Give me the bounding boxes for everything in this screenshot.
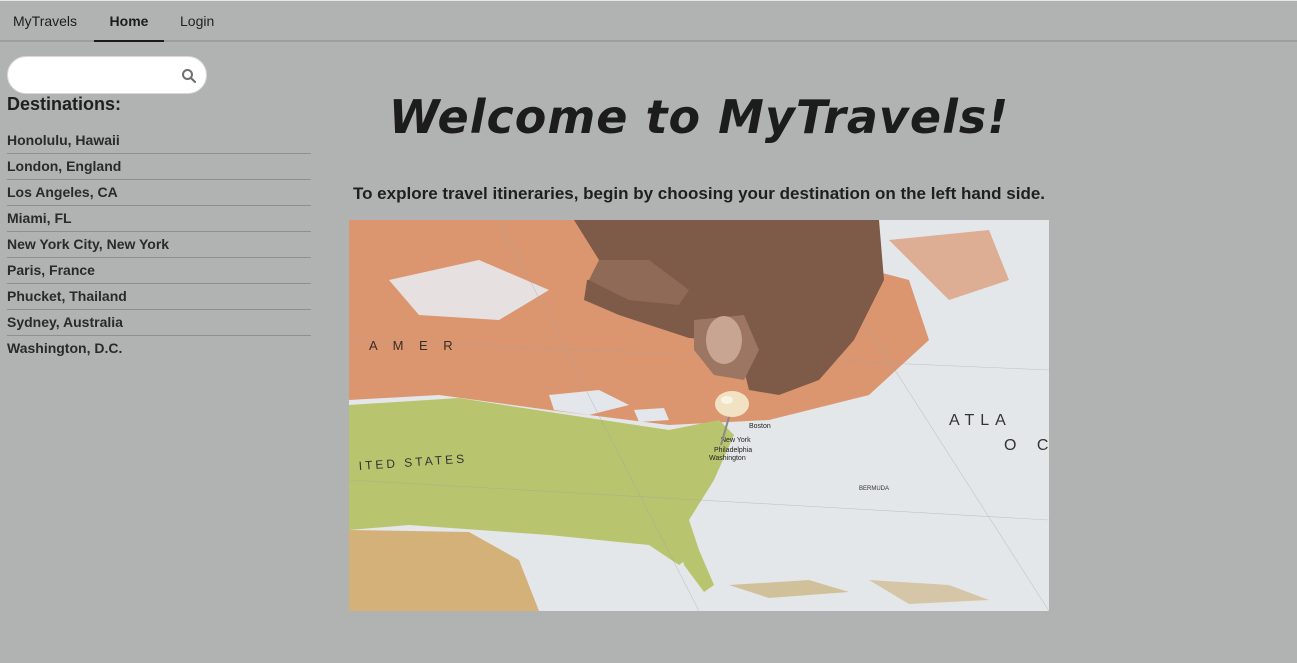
map-label-bermuda: BERMUDA [859,486,889,492]
map-label-ameri: A M E R [369,338,459,353]
map-label-oc: O C [1004,437,1049,454]
search-input[interactable] [20,65,170,85]
search-icon[interactable] [181,68,197,84]
map-label-atla: ATLA [949,412,1012,429]
map-label-new-york: New York [721,437,751,444]
destination-sydney[interactable]: Sydney, Australia [7,310,311,336]
destinations-heading: Destinations: [7,94,122,114]
hero-map-image: A M E R ITED STATES ATLA O C Boston New … [349,220,1049,611]
destination-new-york-city[interactable]: New York City, New York [7,232,311,258]
destination-miami[interactable]: Miami, FL [7,206,311,232]
search-box [7,56,207,94]
destination-washington-dc[interactable]: Washington, D.C. [7,336,311,362]
map-illustration: A M E R ITED STATES ATLA O C Boston New … [349,220,1049,611]
destination-london[interactable]: London, England [7,154,311,180]
destination-honolulu[interactable]: Honolulu, Hawaii [7,128,311,154]
map-label-boston: Boston [749,423,771,430]
map-label-philadelphia: Philadelphia [714,447,752,454]
page-title: Welcome to MyTravels! [388,90,1010,144]
page-subtitle: To explore travel itineraries, begin by … [352,184,1046,203]
brand-link[interactable]: MyTravels [13,1,77,41]
map-label-washington: Washington [709,455,746,462]
destinations-list: Honolulu, Hawaii London, England Los Ang… [7,128,311,362]
destination-paris[interactable]: Paris, France [7,258,311,284]
destination-los-angeles[interactable]: Los Angeles, CA [7,180,311,206]
top-navigation: MyTravels Home Login [0,0,1297,42]
destination-phucket[interactable]: Phucket, Thailand [7,284,311,310]
nav-login-link[interactable]: Login [180,1,214,41]
nav-home-tab[interactable]: Home [94,1,164,42]
